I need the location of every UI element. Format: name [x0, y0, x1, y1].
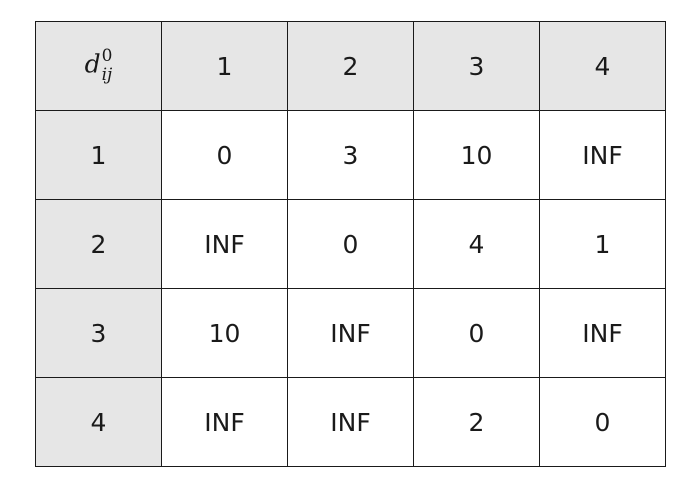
- corner-indices: 0 ij: [102, 48, 113, 84]
- table-cell: INF: [287, 288, 414, 378]
- table-row: 1 0 3 10 INF: [35, 110, 666, 200]
- table-cell: INF: [161, 199, 288, 289]
- corner-subscript: ij: [101, 65, 113, 85]
- table-row: 3 10 INF 0 INF: [35, 288, 666, 378]
- column-header-2: 2: [287, 21, 414, 111]
- table-cell: 10: [413, 110, 540, 200]
- table-cell: 0: [539, 377, 666, 467]
- table-cell: 4: [413, 199, 540, 289]
- row-header-1: 1: [35, 110, 162, 200]
- distance-matrix-table: d 0 ij 1 2 3 4 1 0 3 10 INF 2 INF 0 4 1 3 …: [35, 21, 666, 467]
- row-header-2: 2: [35, 199, 162, 289]
- table-row: 2 INF 0 4 1: [35, 199, 666, 289]
- header-row: d 0 ij 1 2 3 4: [35, 21, 666, 111]
- column-header-3: 3: [413, 21, 540, 111]
- table-cell: 0: [287, 199, 414, 289]
- table-cell: INF: [539, 288, 666, 378]
- table-cell: INF: [287, 377, 414, 467]
- table-cell: 1: [539, 199, 666, 289]
- table-cell: 0: [161, 110, 288, 200]
- table-row: 4 INF INF 2 0: [35, 377, 666, 467]
- corner-symbol: d: [84, 49, 101, 79]
- table-cell: 0: [413, 288, 540, 378]
- table-cell: 2: [413, 377, 540, 467]
- column-header-4: 4: [539, 21, 666, 111]
- table-cell: 3: [287, 110, 414, 200]
- row-header-3: 3: [35, 288, 162, 378]
- column-header-1: 1: [161, 21, 288, 111]
- corner-cell: d 0 ij: [35, 21, 162, 111]
- table-cell: 10: [161, 288, 288, 378]
- row-header-4: 4: [35, 377, 162, 467]
- table-cell: INF: [161, 377, 288, 467]
- table-cell: INF: [539, 110, 666, 200]
- corner-superscript: 0: [101, 46, 113, 66]
